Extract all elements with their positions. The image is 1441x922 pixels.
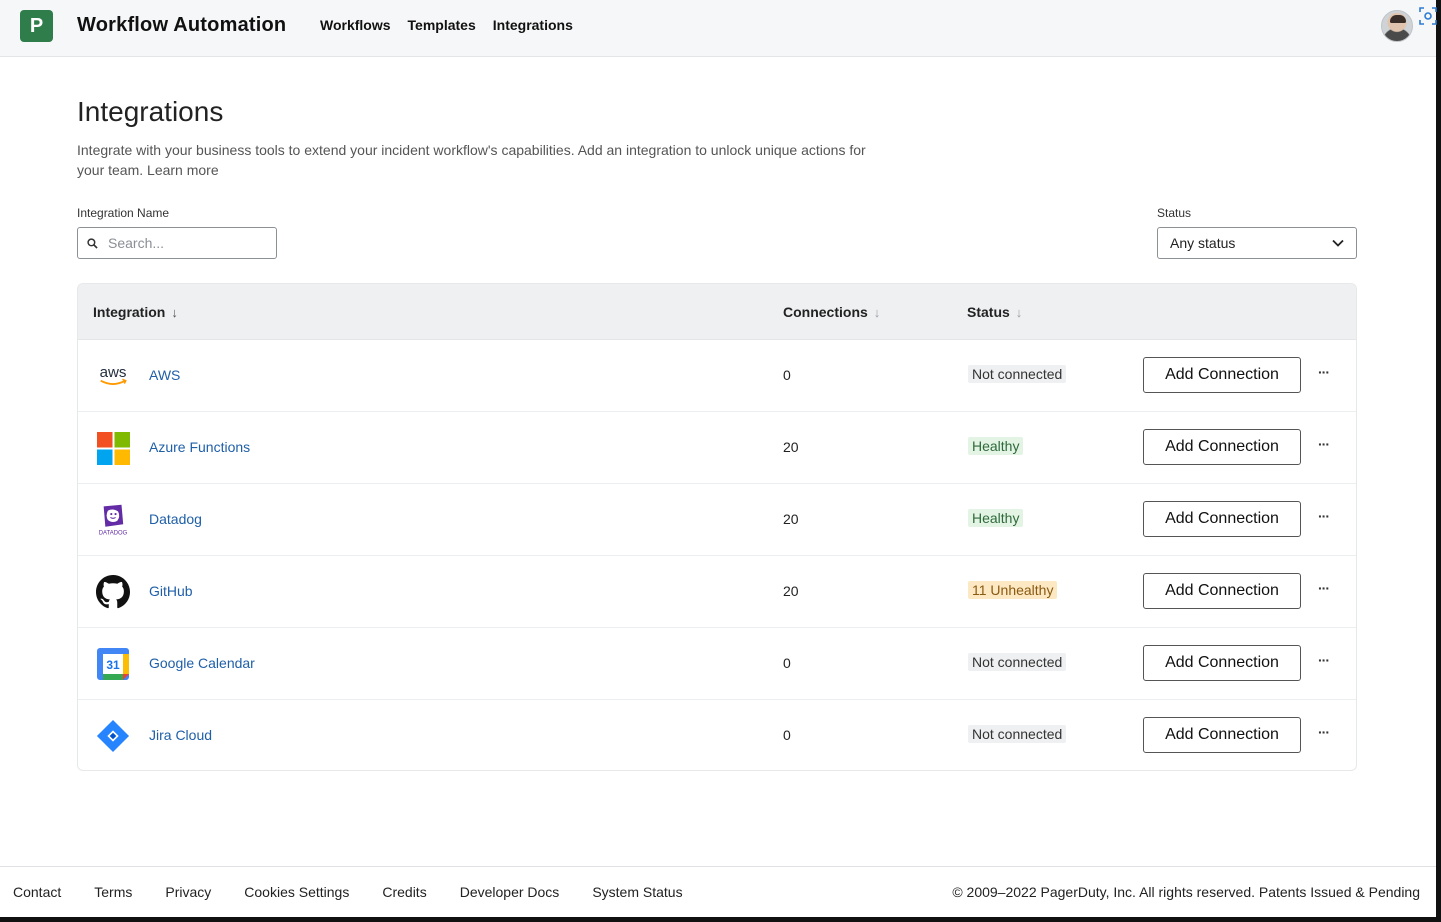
integration-name-label: Integration Name [77, 206, 170, 220]
sort-arrow-down-icon: ↓ [1015, 304, 1023, 320]
add-connection-button[interactable]: Add Connection [1143, 573, 1301, 609]
integration-link-google-calendar[interactable]: Google Calendar [149, 655, 255, 671]
integrations-table: Integration ↓ Connections ↓ Status ↓ aws… [77, 283, 1357, 771]
add-connection-button[interactable]: Add Connection [1143, 501, 1301, 537]
status-badge: Not connected [968, 365, 1067, 383]
connection-count: 0 [783, 655, 791, 671]
column-integration-label: Integration [93, 304, 166, 320]
chevron-down-icon [1332, 239, 1344, 247]
search-field[interactable] [77, 227, 277, 259]
top-header: P Workflow Automation Workflows Template… [0, 0, 1437, 57]
connection-count: 20 [783, 583, 799, 599]
svg-text:DATADOG: DATADOG [99, 530, 128, 536]
status-badge: 11 Unhealthy [968, 581, 1058, 599]
connection-count: 20 [783, 511, 799, 527]
integration-link-datadog[interactable]: Datadog [149, 511, 202, 527]
add-connection-button[interactable]: Add Connection [1143, 645, 1301, 681]
app-logo[interactable]: P [20, 10, 53, 42]
window-edge-bottom [0, 917, 1441, 922]
sort-arrow-down-icon: ↓ [873, 304, 881, 320]
connection-count: 20 [783, 439, 799, 455]
aws-icon: aws [96, 359, 130, 393]
column-connections[interactable]: Connections ↓ [783, 304, 880, 320]
user-avatar[interactable] [1381, 10, 1413, 42]
status-filter-label: Status [1157, 206, 1192, 220]
table-row: Azure Functions 20 Healthy Add Connectio… [78, 412, 1356, 484]
more-actions-icon[interactable]: ··· [1318, 436, 1330, 452]
more-actions-icon[interactable]: ··· [1318, 364, 1330, 380]
sort-arrow-down-icon: ↓ [171, 304, 178, 320]
table-row: GitHub 20 11 Unhealthy Add Connection ··… [78, 556, 1356, 628]
jira-cloud-icon [96, 719, 130, 753]
integration-link-jira-cloud[interactable]: Jira Cloud [149, 727, 212, 743]
footer-links: Contact Terms Privacy Cookies Settings C… [13, 884, 683, 900]
datadog-icon: DATADOG [96, 503, 130, 537]
connection-count: 0 [783, 367, 791, 383]
window-edge [1436, 0, 1441, 922]
google-calendar-icon: 31 [96, 647, 130, 681]
more-actions-icon[interactable]: ··· [1318, 652, 1330, 668]
footer-link-credits[interactable]: Credits [382, 884, 426, 900]
table-header: Integration ↓ Connections ↓ Status ↓ [78, 284, 1356, 340]
learn-more-link[interactable]: Learn more [147, 162, 219, 178]
column-status[interactable]: Status ↓ [967, 304, 1022, 320]
table-row: DATADOG Datadog 20 Healthy Add Connectio… [78, 484, 1356, 556]
search-icon [87, 237, 98, 249]
azure-functions-icon [96, 431, 130, 465]
status-badge: Healthy [968, 509, 1024, 527]
add-connection-button[interactable]: Add Connection [1143, 357, 1301, 393]
more-actions-icon[interactable]: ··· [1318, 724, 1330, 740]
main-nav: Workflows Templates Integrations [320, 17, 573, 33]
column-integration[interactable]: Integration ↓ [93, 304, 178, 320]
more-actions-icon[interactable]: ··· [1318, 580, 1330, 596]
github-icon [96, 575, 130, 609]
column-connections-label: Connections [783, 304, 868, 320]
connection-count: 0 [783, 727, 791, 743]
more-actions-icon[interactable]: ··· [1318, 508, 1330, 524]
table-row: Jira Cloud 0 Not connected Add Connectio… [78, 700, 1356, 770]
column-status-label: Status [967, 304, 1010, 320]
status-select[interactable]: Any status [1157, 227, 1357, 259]
page-footer: Contact Terms Privacy Cookies Settings C… [0, 866, 1436, 917]
search-input[interactable] [108, 235, 258, 251]
nav-integrations[interactable]: Integrations [493, 17, 573, 33]
status-badge: Healthy [968, 437, 1024, 455]
status-badge: Not connected [968, 653, 1067, 671]
footer-link-terms[interactable]: Terms [94, 884, 132, 900]
nav-templates[interactable]: Templates [408, 17, 476, 33]
page-description: Integrate with your business tools to ex… [77, 140, 867, 180]
integration-link-aws[interactable]: AWS [149, 367, 180, 383]
copyright-text: © 2009–2022 PagerDuty, Inc. All rights r… [952, 884, 1420, 900]
nav-workflows[interactable]: Workflows [320, 17, 391, 33]
app-title: Workflow Automation [77, 14, 287, 36]
footer-link-system-status[interactable]: System Status [592, 884, 682, 900]
integration-link-azure-functions[interactable]: Azure Functions [149, 439, 250, 455]
add-connection-button[interactable]: Add Connection [1143, 429, 1301, 465]
svg-text:31: 31 [106, 658, 120, 672]
table-row: 31 Google Calendar 0 Not connected Add C… [78, 628, 1356, 700]
footer-link-contact[interactable]: Contact [13, 884, 61, 900]
page-title: Integrations [77, 96, 224, 127]
footer-link-developer-docs[interactable]: Developer Docs [460, 884, 560, 900]
footer-link-privacy[interactable]: Privacy [165, 884, 211, 900]
integration-link-github[interactable]: GitHub [149, 583, 193, 599]
status-select-value: Any status [1170, 235, 1236, 251]
status-badge: Not connected [968, 725, 1067, 743]
screenshot-icon[interactable] [1419, 7, 1437, 25]
add-connection-button[interactable]: Add Connection [1143, 717, 1301, 753]
svg-text:aws: aws [100, 364, 127, 381]
table-row: aws AWS 0 Not connected Add Connection ·… [78, 340, 1356, 412]
footer-link-cookies-settings[interactable]: Cookies Settings [244, 884, 349, 900]
